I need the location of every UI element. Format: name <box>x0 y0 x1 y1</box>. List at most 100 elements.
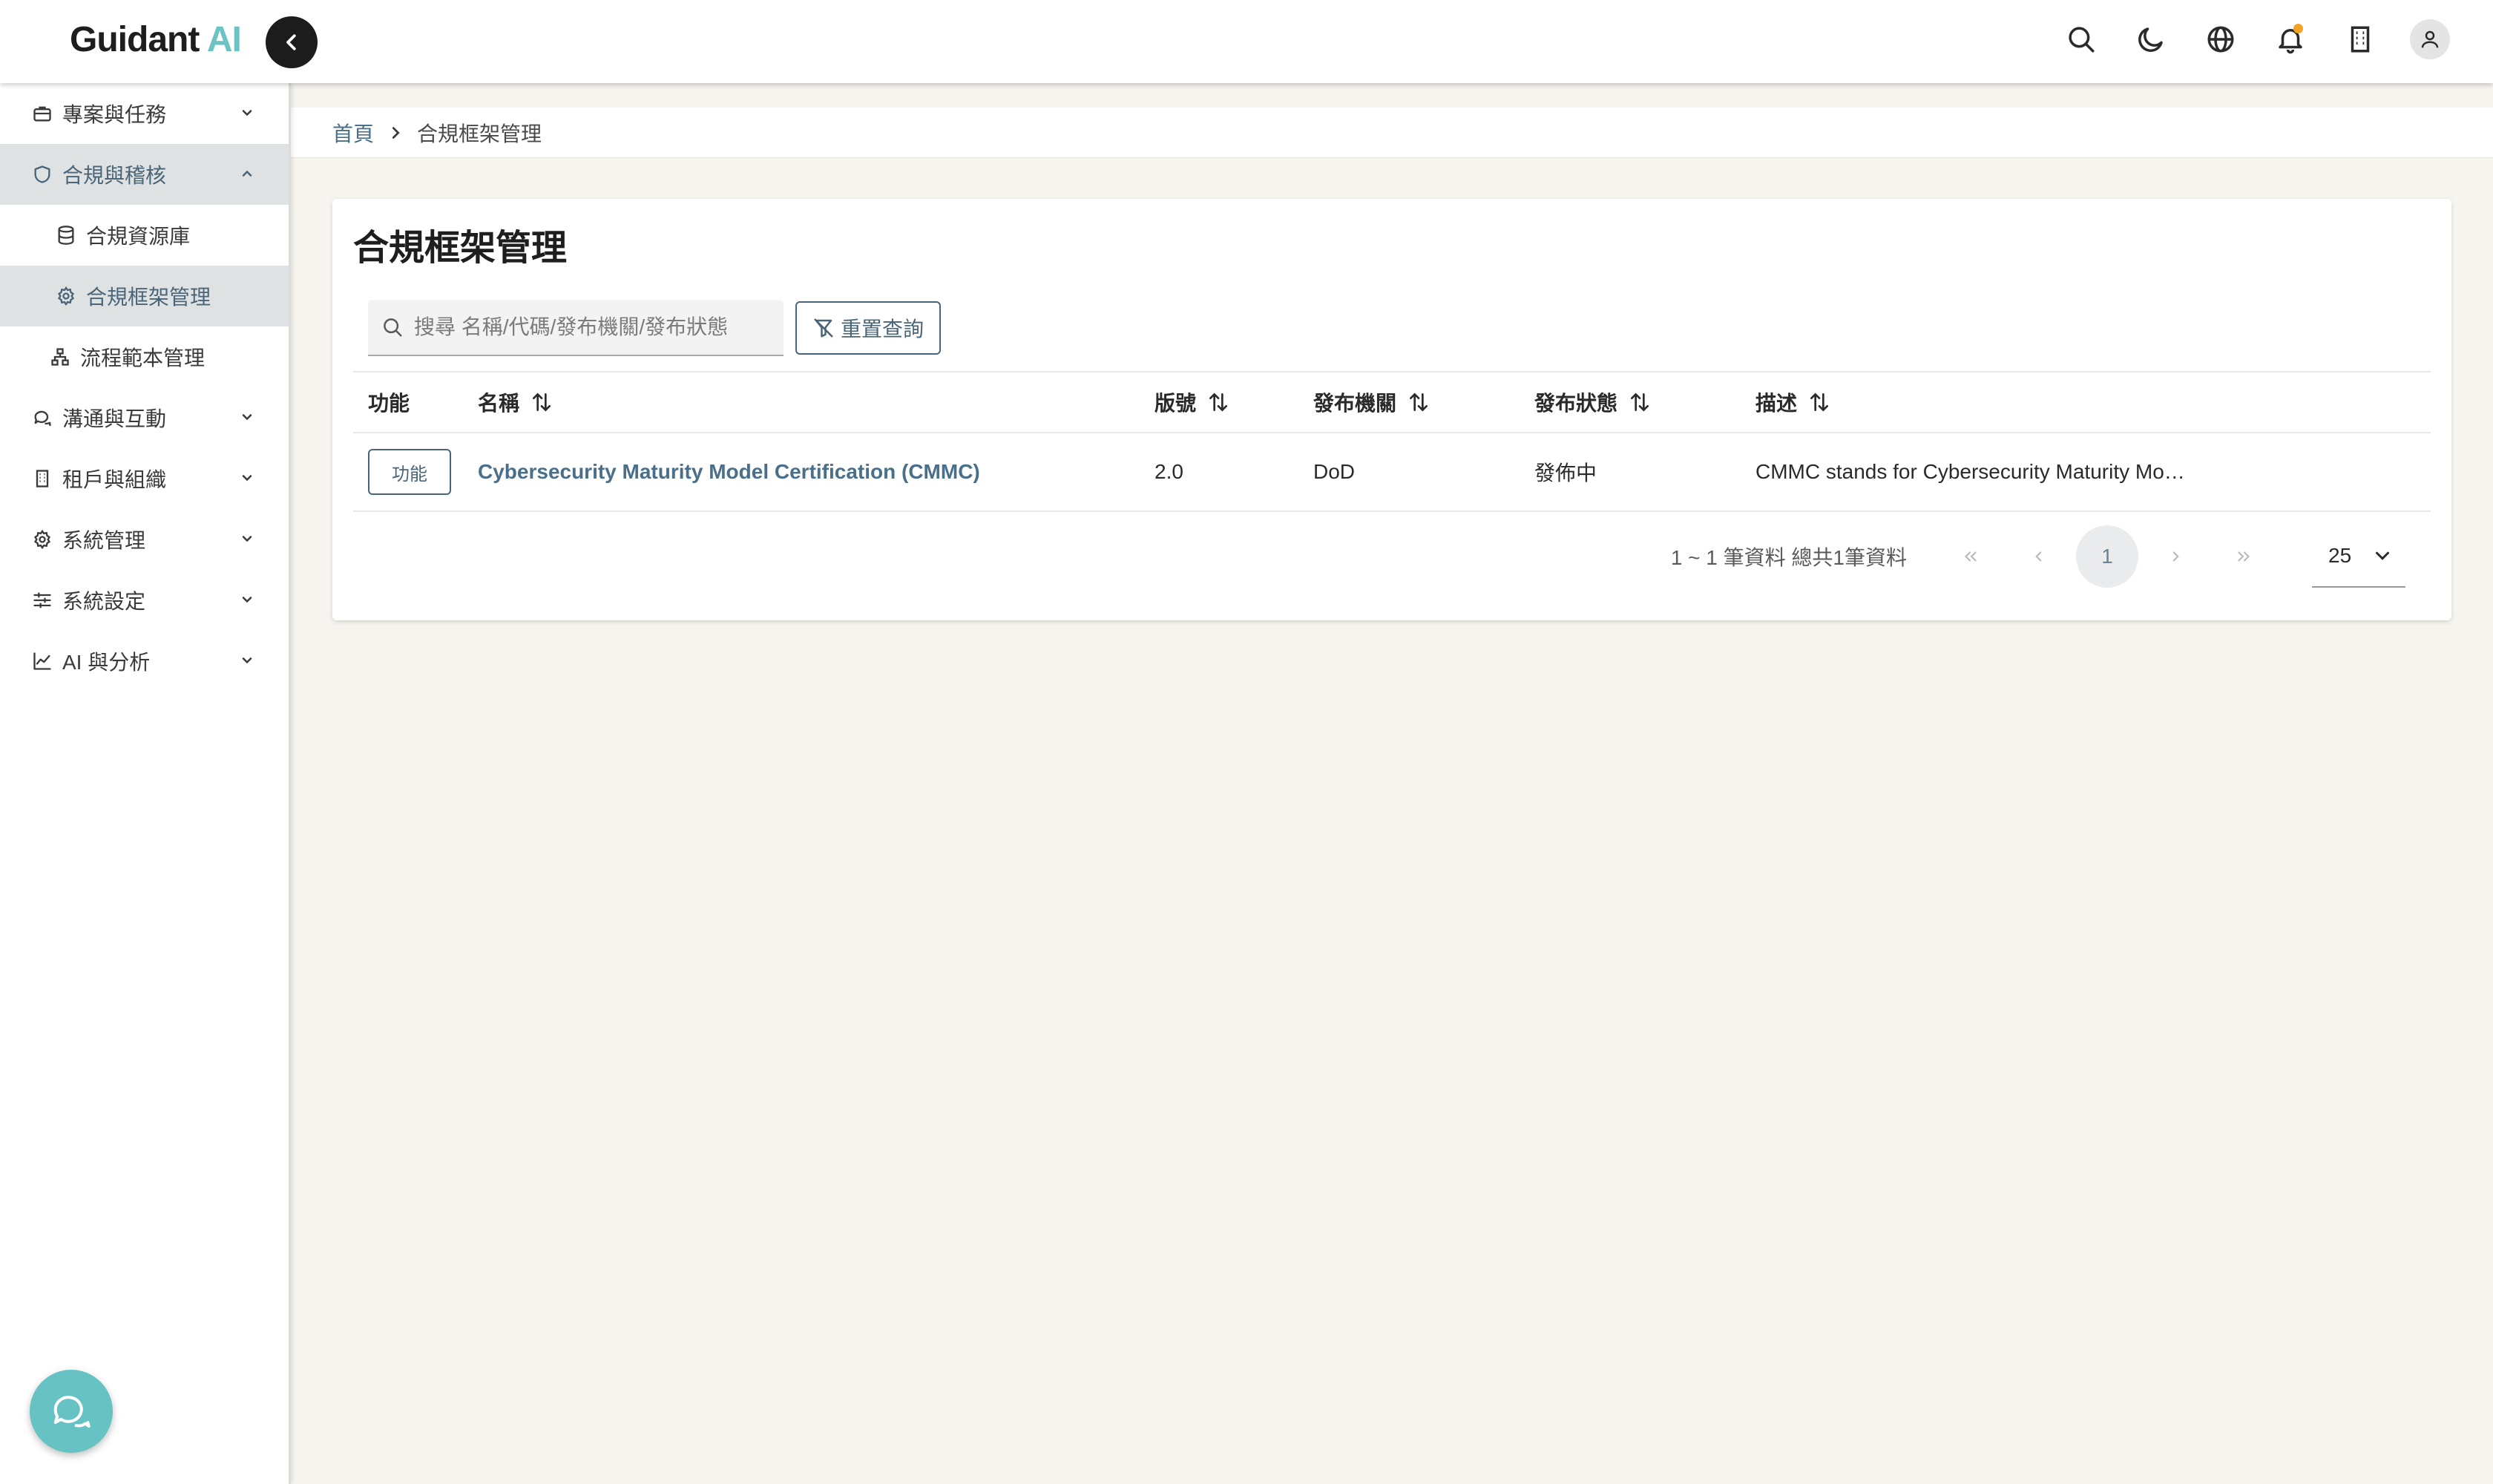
next-page-button[interactable] <box>2144 525 2207 588</box>
breadcrumb-current: 合規框架管理 <box>417 122 542 145</box>
column-header-action: 功能 <box>368 392 410 415</box>
sidebar-item-label: 合規與稽核 <box>62 164 167 187</box>
reset-query-label: 重置查詢 <box>840 318 924 341</box>
sidebar: 專案與任務 合規與稽核 合規資源庫 合規框架管理 流程範本管理 溝通與互動 租戶… <box>0 83 291 1484</box>
chat-assistant-button[interactable] <box>30 1370 113 1453</box>
sliders-icon <box>30 588 55 613</box>
framework-table: 功能 名稱 版號 發布機關 發布狀態 描述 功能 Cybersecurity M… <box>353 371 2431 512</box>
rows-per-page-select[interactable]: 25 <box>2312 525 2405 588</box>
notifications-button[interactable] <box>2270 19 2310 59</box>
chat-icon <box>30 405 55 430</box>
search-button[interactable] <box>2061 19 2101 59</box>
search-input[interactable] <box>414 315 763 339</box>
table-row: 功能 Cybersecurity Maturity Model Certific… <box>353 433 2431 512</box>
sidebar-item-label: 租戶與組織 <box>62 468 167 491</box>
cell-description: CMMC stands for Cybersecurity Maturity M… <box>1755 460 2193 483</box>
sidebar-item-communication[interactable]: 溝通與互動 <box>0 387 289 448</box>
breadcrumb-home-link[interactable]: 首頁 <box>332 118 374 148</box>
framework-name-link[interactable]: Cybersecurity Maturity Model Certificati… <box>478 460 980 483</box>
table-header: 功能 名稱 版號 發布機關 發布狀態 描述 <box>353 371 2431 433</box>
search-icon <box>2069 27 2095 53</box>
search-field[interactable] <box>368 300 784 356</box>
framework-card: 合規框架管理 重置查詢 功能 名稱 版號 發布機關 <box>332 199 2451 620</box>
sidebar-item-label: 流程範本管理 <box>80 347 206 370</box>
column-header-status[interactable]: 發布狀態 <box>1534 387 1755 417</box>
chevron-right-icon <box>387 125 404 141</box>
theme-toggle-button[interactable] <box>2131 19 2171 59</box>
row-action-button[interactable]: 功能 <box>368 449 451 495</box>
briefcase-icon <box>30 101 55 126</box>
column-header-name[interactable]: 名稱 <box>478 387 1154 417</box>
moon-icon <box>2138 27 2163 52</box>
gear-icon <box>30 527 55 552</box>
sort-icon[interactable] <box>530 390 554 414</box>
chevron-right-icon <box>2172 551 2179 562</box>
user-avatar[interactable] <box>2410 19 2450 59</box>
prev-page-button[interactable] <box>2008 525 2070 588</box>
reset-query-button[interactable]: 重置查詢 <box>795 301 941 355</box>
sidebar-item-projects[interactable]: 專案與任務 <box>0 83 289 144</box>
column-header-version[interactable]: 版號 <box>1154 387 1313 417</box>
sidebar-item-label: AI 與分析 <box>62 651 151 674</box>
chevron-left-icon <box>286 34 296 50</box>
sidebar-item-label: 專案與任務 <box>62 103 167 126</box>
sidebar-item-system-settings[interactable]: 系統設定 <box>0 570 289 631</box>
brand-name: Guidant <box>70 20 200 59</box>
sidebar-collapse-button[interactable] <box>266 16 318 68</box>
pagination-info: 1 ~ 1 筆資料 總共1筆資料 <box>1670 546 1907 569</box>
shield-icon <box>30 162 55 187</box>
chevron-down-icon <box>242 475 252 482</box>
chevrons-left-icon <box>1964 551 1977 562</box>
sort-icon[interactable] <box>1807 390 1831 414</box>
page-number-button[interactable]: 1 <box>2076 525 2138 588</box>
column-header-publisher[interactable]: 發布機關 <box>1313 387 1534 417</box>
sidebar-item-label: 合規框架管理 <box>86 286 211 309</box>
column-header-description[interactable]: 描述 <box>1755 387 2431 417</box>
building-icon <box>2351 26 2370 53</box>
database-icon <box>53 223 79 248</box>
chevron-down-icon <box>242 597 252 603</box>
hierarchy-icon <box>47 344 73 370</box>
cell-version: 2.0 <box>1154 460 1183 483</box>
filter-off-icon <box>814 318 833 338</box>
sort-icon[interactable] <box>1407 390 1431 414</box>
sidebar-item-process-templates[interactable]: 流程範本管理 <box>0 326 289 387</box>
chevron-down-icon <box>2376 551 2389 560</box>
sort-icon[interactable] <box>1628 390 1652 414</box>
chevron-down-icon <box>242 657 252 664</box>
last-page-button[interactable] <box>2213 525 2275 588</box>
language-button[interactable] <box>2201 19 2241 59</box>
organization-button[interactable] <box>2340 19 2380 59</box>
notification-dot <box>2293 24 2303 33</box>
sidebar-item-label: 合規資源庫 <box>86 225 191 248</box>
chevron-down-icon <box>242 536 252 542</box>
sidebar-item-tenants[interactable]: 租戶與組織 <box>0 448 289 509</box>
sidebar-item-label: 系統設定 <box>62 590 146 613</box>
brand-accent: AI <box>206 20 242 59</box>
rows-per-page-value: 25 <box>2328 544 2352 567</box>
sidebar-item-label: 系統管理 <box>62 529 146 552</box>
cell-status: 發佈中 <box>1534 462 1597 485</box>
sidebar-item-ai-analytics[interactable]: AI 與分析 <box>0 631 289 692</box>
user-icon <box>2421 30 2439 48</box>
sidebar-item-compliance-library[interactable]: 合規資源庫 <box>0 205 289 266</box>
sidebar-item-system-admin[interactable]: 系統管理 <box>0 509 289 570</box>
sidebar-item-compliance[interactable]: 合規與稽核 <box>0 144 289 205</box>
sort-icon[interactable] <box>1206 390 1230 414</box>
search-icon <box>384 318 402 337</box>
page-title: 合規框架管理 <box>353 229 568 268</box>
cell-publisher: DoD <box>1313 460 1356 483</box>
brand-logo[interactable]: Guidant AI <box>70 19 242 60</box>
chevron-down-icon <box>242 414 252 421</box>
top-actions <box>2061 19 2450 59</box>
gear-icon <box>53 283 79 309</box>
sidebar-item-framework-management[interactable]: 合規框架管理 <box>0 266 289 326</box>
top-bar: Guidant AI <box>0 0 2493 83</box>
first-page-button[interactable] <box>1939 525 2002 588</box>
globe-icon <box>2207 26 2234 53</box>
chevron-down-icon <box>242 110 252 116</box>
chevron-left-icon <box>2035 551 2042 562</box>
chart-icon <box>30 649 55 674</box>
chevron-up-icon <box>242 170 252 177</box>
breadcrumb: 首頁 合規框架管理 <box>291 108 2493 158</box>
